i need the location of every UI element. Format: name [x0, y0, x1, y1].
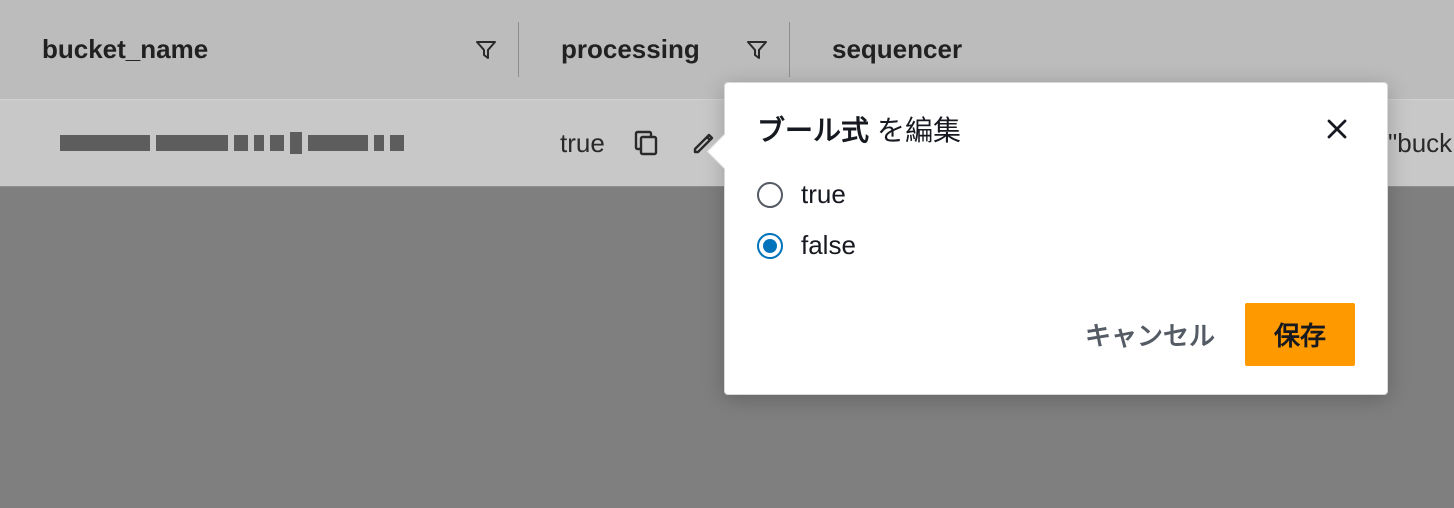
popover-title-rest: を編集: [877, 109, 961, 149]
radio-label: false: [801, 230, 856, 261]
popover-title-bold: ブール式: [757, 109, 869, 149]
cancel-button[interactable]: キャンセル: [1077, 306, 1223, 363]
redacted-text: [60, 132, 404, 154]
column-header-label: bucket_name: [42, 34, 474, 65]
cell-value: true: [560, 128, 605, 159]
cell-bucket-name: [0, 100, 518, 186]
column-header-label: sequencer: [832, 34, 1434, 65]
cell-sequencer-preview: "buck: [1388, 100, 1454, 187]
cell-value: "buck: [1388, 128, 1452, 159]
edit-boolean-popover: ブール式 を編集 true false キャンセル 保存: [724, 82, 1388, 395]
copy-icon[interactable]: [629, 126, 663, 160]
filter-icon[interactable]: [745, 38, 769, 62]
radio-option-false[interactable]: false: [757, 220, 1355, 271]
filter-icon[interactable]: [474, 38, 498, 62]
popover-footer: キャンセル 保存: [725, 281, 1387, 394]
popover-body: true false: [725, 163, 1387, 281]
popover-title: ブール式 を編集: [757, 109, 1319, 149]
save-button[interactable]: 保存: [1245, 303, 1355, 366]
column-header-label: processing: [561, 34, 745, 65]
popover-header: ブール式 を編集: [725, 83, 1387, 163]
radio-label: true: [801, 179, 846, 210]
radio-indicator: [757, 182, 783, 208]
radio-indicator: [757, 233, 783, 259]
radio-option-true[interactable]: true: [757, 169, 1355, 220]
close-icon[interactable]: [1319, 111, 1355, 147]
column-header-bucket-name[interactable]: bucket_name: [0, 0, 518, 99]
